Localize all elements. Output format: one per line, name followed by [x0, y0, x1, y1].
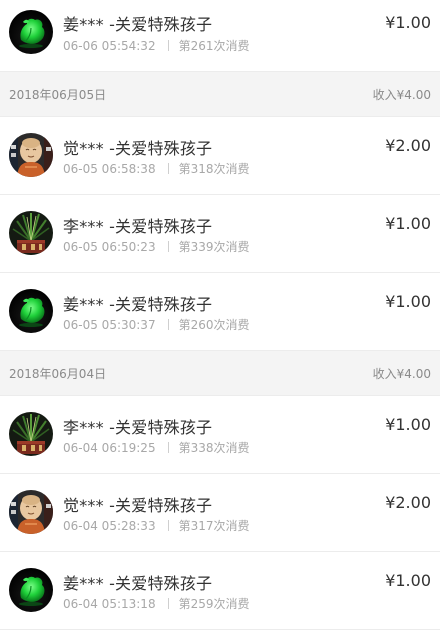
purchase-count: 第260次消费	[178, 318, 250, 332]
buddha-statue-avatar-icon[interactable]	[9, 490, 53, 534]
meta-separator	[167, 598, 169, 609]
potted-plant-avatar-icon[interactable]	[9, 412, 53, 456]
transaction-time: 06-05 06:58:38	[63, 162, 156, 176]
transaction-amount: ¥1.00	[385, 292, 431, 311]
transaction-row[interactable]: 李*** -关爱特殊孩子 06-04 06:19:25 第338次消费 ¥1.00	[0, 396, 440, 474]
payer-name: 李*** -关爱特殊孩子	[63, 217, 213, 236]
transaction-amount: ¥2.00	[385, 493, 431, 512]
payer-name: 觉*** -关爱特殊孩子	[63, 139, 213, 158]
purchase-count: 第318次消费	[178, 162, 250, 176]
transaction-meta: 06-04 05:28:33 第317次消费	[63, 517, 249, 534]
group-income-total: 收入¥4.00	[372, 88, 431, 102]
payer-name: 姜*** -关爱特殊孩子	[63, 295, 213, 314]
transaction-amount: ¥1.00	[385, 214, 431, 233]
transaction-time: 06-04 06:19:25	[63, 441, 156, 455]
purchase-count: 第317次消费	[178, 519, 250, 533]
transaction-time: 06-05 06:50:23	[63, 240, 156, 254]
transaction-meta: 06-05 06:58:38 第318次消费	[63, 160, 249, 177]
meta-separator	[167, 241, 169, 252]
date-group-header: 2018年06月04日 收入¥4.00	[0, 351, 440, 396]
transaction-meta: 06-05 06:50:23 第339次消费	[63, 238, 249, 255]
payer-name: 觉*** -关爱特殊孩子	[63, 496, 213, 515]
transaction-meta: 06-04 06:19:25 第338次消费	[63, 439, 249, 456]
transaction-time: 06-04 05:13:18	[63, 597, 156, 611]
potted-plant-avatar-icon[interactable]	[9, 211, 53, 255]
meta-separator	[167, 163, 169, 174]
transaction-row[interactable]: 觉*** -关爱特殊孩子 06-05 06:58:38 第318次消费 ¥2.00	[0, 117, 440, 195]
purchase-count: 第259次消费	[178, 597, 250, 611]
transaction-list: 姜*** -关爱特殊孩子 06-06 05:54:32 第261次消费 ¥1.00 20…	[0, 0, 440, 630]
transaction-row[interactable]: 姜*** -关爱特殊孩子 06-04 05:13:18 第259次消费 ¥1.00	[0, 552, 440, 630]
purchase-count: 第339次消费	[178, 240, 250, 254]
transaction-amount: ¥1.00	[385, 571, 431, 590]
meta-separator	[167, 319, 169, 330]
transaction-row[interactable]: 李*** -关爱特殊孩子 06-05 06:50:23 第339次消费 ¥1.00	[0, 195, 440, 273]
transaction-meta: 06-05 05:30:37 第260次消费	[63, 316, 249, 333]
green-leaf-avatar-icon[interactable]	[9, 289, 53, 333]
date-group-header: 2018年06月05日 收入¥4.00	[0, 72, 440, 117]
green-leaf-avatar-icon[interactable]	[9, 10, 53, 54]
group-income-total: 收入¥4.00	[372, 367, 431, 381]
payer-name: 姜*** -关爱特殊孩子	[63, 15, 213, 34]
payer-name: 李*** -关爱特殊孩子	[63, 418, 213, 437]
meta-separator	[167, 40, 169, 51]
transaction-time: 06-06 05:54:32	[63, 39, 156, 53]
buddha-statue-avatar-icon[interactable]	[9, 133, 53, 177]
group-date: 2018年06月04日	[9, 367, 107, 381]
transaction-time: 06-05 05:30:37	[63, 318, 156, 332]
meta-separator	[167, 520, 169, 531]
purchase-count: 第338次消费	[178, 441, 250, 455]
payer-name: 姜*** -关爱特殊孩子	[63, 574, 213, 593]
transaction-time: 06-04 05:28:33	[63, 519, 156, 533]
transaction-row[interactable]: 姜*** -关爱特殊孩子 06-05 05:30:37 第260次消费 ¥1.00	[0, 273, 440, 351]
transaction-amount: ¥2.00	[385, 136, 431, 155]
transaction-amount: ¥1.00	[385, 415, 431, 434]
transaction-meta: 06-04 05:13:18 第259次消费	[63, 595, 249, 612]
meta-separator	[167, 442, 169, 453]
transaction-row[interactable]: 觉*** -关爱特殊孩子 06-04 05:28:33 第317次消费 ¥2.00	[0, 474, 440, 552]
transaction-meta: 06-06 05:54:32 第261次消费	[63, 37, 249, 54]
green-leaf-avatar-icon[interactable]	[9, 568, 53, 612]
transaction-amount: ¥1.00	[385, 13, 431, 32]
purchase-count: 第261次消费	[178, 39, 250, 53]
group-date: 2018年06月05日	[9, 88, 107, 102]
transaction-row[interactable]: 姜*** -关爱特殊孩子 06-06 05:54:32 第261次消费 ¥1.00	[0, 0, 440, 72]
